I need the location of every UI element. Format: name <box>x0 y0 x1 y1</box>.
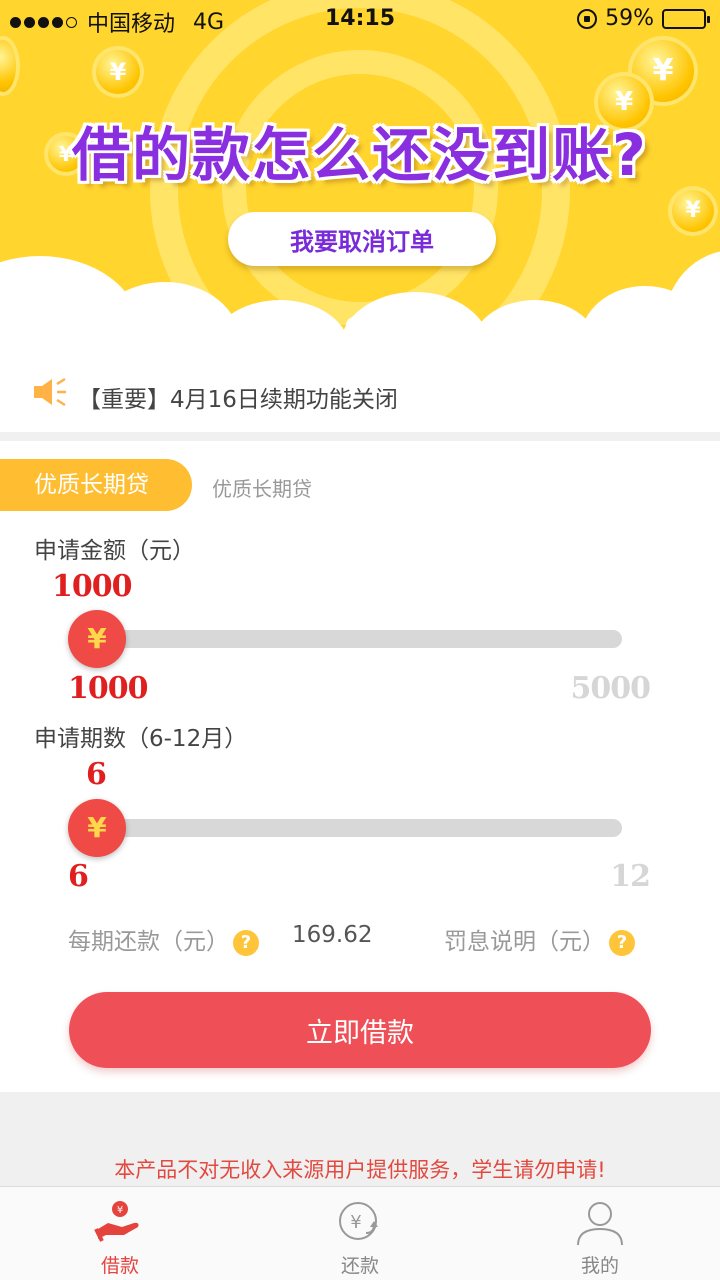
yen-icon: ¥ <box>87 622 107 655</box>
tab-label: 借款 <box>100 1255 139 1277</box>
period-label: 申请期数（6-12月） <box>34 726 248 752</box>
yen-refresh-icon: ¥ <box>339 1202 378 1240</box>
loan-form: 优质长期贷 优质长期贷 申请金额（元） 1000 ¥ 1000 5000 申请期… <box>0 441 720 1092</box>
tab-borrow[interactable]: ¥ 借款 <box>0 1187 240 1280</box>
per-period-repayment: 每期还款（元）? <box>68 922 259 956</box>
amount-max-value: 5000 <box>570 671 651 706</box>
bottom-tab-bar: ¥ 借款 ¥ 还款 我的 <box>0 1186 720 1280</box>
battery-icon <box>662 8 710 29</box>
penalty-label: 罚息说明（元） <box>444 929 605 955</box>
period-slider-thumb[interactable]: ¥ <box>68 799 126 857</box>
period-slider-track[interactable] <box>96 819 622 837</box>
tab-repay[interactable]: ¥ 还款 <box>240 1187 480 1280</box>
tab-label: 还款 <box>340 1255 379 1277</box>
status-bar: 中国移动 4G 14:15 59% <box>0 0 720 40</box>
cancel-order-button[interactable]: 我要取消订单 <box>228 212 496 266</box>
amount-slider-thumb[interactable]: ¥ <box>68 610 126 668</box>
user-icon <box>577 1202 623 1246</box>
rotation-lock-icon <box>577 8 598 29</box>
amount-label: 申请金额（元） <box>34 538 195 564</box>
yen-icon: ¥ <box>87 811 107 844</box>
cloud-decoration <box>664 250 720 350</box>
period-current-value: 6 <box>86 757 107 792</box>
amount-current-value: 1000 <box>52 569 132 604</box>
tab-label: 我的 <box>580 1255 619 1277</box>
coin-icon: ¥ <box>92 46 144 98</box>
product-subtitle: 优质长期贷 <box>212 477 312 501</box>
period-max-value: 12 <box>610 859 651 894</box>
coin-icon: ¥ <box>668 186 718 236</box>
notice-text: 【重要】4月16日续期功能关闭 <box>78 387 398 413</box>
banner-pager <box>316 317 362 333</box>
notice-bar[interactable]: 【重要】4月16日续期功能关闭 <box>0 350 720 432</box>
penalty-info: 罚息说明（元）? <box>444 922 635 956</box>
borrow-now-button[interactable]: 立即借款 <box>69 992 651 1068</box>
product-tag[interactable]: 优质长期贷 <box>0 459 192 511</box>
speaker-icon <box>34 377 66 407</box>
pager-dot[interactable] <box>316 317 332 333</box>
coin-icon <box>0 36 20 96</box>
help-icon[interactable]: ? <box>233 929 259 956</box>
per-period-label: 每期还款（元） <box>68 929 229 955</box>
help-icon[interactable]: ? <box>609 929 635 956</box>
svg-text:¥: ¥ <box>117 1205 123 1216</box>
amount-min-value: 1000 <box>68 671 148 706</box>
per-period-value: 169.62 <box>292 922 373 948</box>
battery-percent: 59% <box>605 6 654 31</box>
hand-coin-icon: ¥ <box>94 1201 139 1242</box>
period-min-value: 6 <box>68 859 89 894</box>
pager-dot[interactable] <box>346 317 362 333</box>
banner-headline: 借的款怎么还没到账? <box>72 121 648 189</box>
promo-banner[interactable]: ¥ ¥ ¥ ¥ ¥ 借的款怎么还没到账? 我要取消订单 <box>0 0 720 350</box>
tab-mine[interactable]: 我的 <box>480 1187 720 1280</box>
amount-slider-track[interactable] <box>96 630 622 648</box>
svg-text:¥: ¥ <box>350 1212 361 1233</box>
disclaimer-text: 本产品不对无收入来源用户提供服务，学生请勿申请! <box>114 1158 606 1182</box>
